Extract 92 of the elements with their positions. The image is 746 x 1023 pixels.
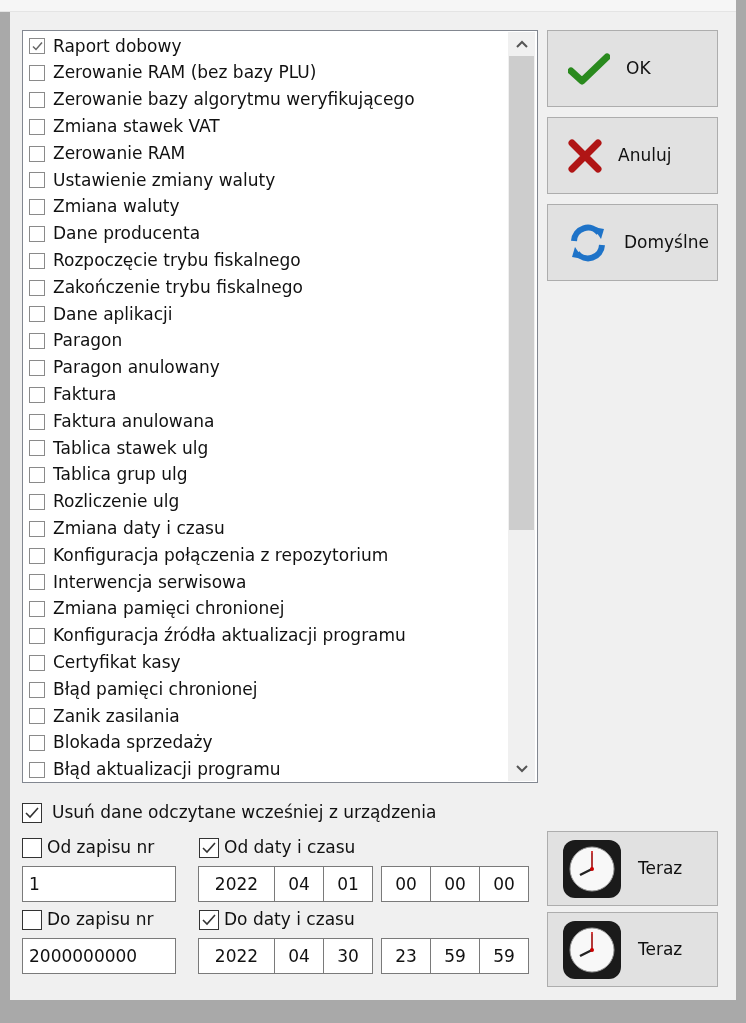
event-label[interactable]: Tablica stawek ulg: [53, 435, 209, 462]
checkbox[interactable]: [29, 252, 45, 269]
time-part-field[interactable]: 00: [479, 866, 529, 902]
checkbox[interactable]: [29, 333, 45, 350]
checkbox[interactable]: [29, 761, 45, 778]
checkbox[interactable]: [29, 654, 45, 671]
date-part-field[interactable]: 2022: [198, 866, 275, 902]
checkbox[interactable]: [22, 838, 42, 858]
event-label[interactable]: Dane producenta: [53, 221, 201, 247]
clock-icon: [562, 919, 622, 980]
checkbox[interactable]: [29, 225, 45, 242]
date-part-field[interactable]: 01: [323, 866, 373, 902]
checkbox[interactable]: [22, 803, 42, 823]
event-label[interactable]: Ustawienie zmiany waluty: [53, 167, 276, 194]
checkbox[interactable]: [22, 910, 42, 930]
event-label[interactable]: Tablica grup ulg: [53, 462, 188, 488]
checkbox[interactable]: [29, 279, 45, 296]
event-label[interactable]: Błąd pamięci chronionej: [53, 676, 258, 703]
checkbox[interactable]: [29, 38, 45, 55]
checkbox-label[interactable]: Od daty i czasu: [224, 835, 356, 861]
checkbox-label[interactable]: Do daty i czasu: [224, 907, 355, 933]
event-label[interactable]: Interwencja serwisowa: [53, 569, 247, 596]
event-label[interactable]: Rozpoczęcie trybu fiskalnego: [53, 248, 301, 274]
event-label[interactable]: Rozliczenie ulg: [53, 489, 180, 515]
event-label[interactable]: Faktura: [53, 382, 117, 408]
checkbox[interactable]: [29, 65, 45, 82]
time-part-field[interactable]: 59: [479, 938, 529, 974]
checkbox[interactable]: [29, 145, 45, 162]
refresh-icon: [568, 222, 608, 263]
checkbox[interactable]: [29, 627, 45, 644]
date-part-field[interactable]: 04: [274, 938, 324, 974]
defaults-button[interactable]: Domyślne: [547, 204, 718, 281]
checkbox[interactable]: [29, 601, 45, 618]
event-label[interactable]: Faktura anulowana: [53, 408, 215, 435]
event-label[interactable]: Zmiana stawek VAT: [53, 114, 220, 140]
checkbox[interactable]: [29, 681, 45, 698]
event-label[interactable]: Paragon anulowany: [53, 355, 220, 381]
checkbox[interactable]: [29, 118, 45, 135]
cancel-button[interactable]: Anuluj: [547, 117, 718, 194]
checkbox[interactable]: [29, 359, 45, 376]
time-part-field[interactable]: 59: [430, 938, 480, 974]
now-button[interactable]: Teraz: [547, 831, 718, 906]
checkbox[interactable]: [29, 735, 45, 752]
checkbox-label[interactable]: Od zapisu nr: [47, 835, 155, 861]
event-label[interactable]: Zanik zasilania: [53, 703, 180, 730]
time-part-field[interactable]: 23: [381, 938, 431, 974]
checkbox-label[interactable]: Do zapisu nr: [47, 907, 154, 933]
checkbox[interactable]: [29, 172, 45, 189]
event-label[interactable]: Konfiguracja źródła aktualizacji programu: [53, 623, 406, 649]
event-label[interactable]: Konfiguracja połączenia z repozytorium: [53, 542, 389, 569]
checkbox[interactable]: [199, 910, 219, 930]
event-label[interactable]: Zerowanie RAM (bez bazy PLU): [53, 60, 317, 86]
checkbox[interactable]: [29, 199, 45, 216]
checkbox[interactable]: [29, 493, 45, 510]
event-label[interactable]: Dane aplikacji: [53, 301, 173, 328]
checkbox[interactable]: [29, 92, 45, 108]
checkbox[interactable]: [29, 440, 45, 457]
date-part-field[interactable]: 2022: [198, 938, 275, 974]
now-button[interactable]: Teraz: [547, 912, 718, 987]
ok-button[interactable]: OK: [547, 30, 718, 107]
event-label[interactable]: Raport dobowy: [53, 33, 182, 60]
checkbox[interactable]: [29, 386, 45, 403]
scrollbar[interactable]: [508, 32, 535, 781]
checkbox-label[interactable]: Usuń dane odczytane wcześniej z urządzenia: [52, 800, 437, 826]
event-label[interactable]: Zerowanie RAM: [53, 140, 186, 167]
time-part-field[interactable]: 00: [381, 866, 431, 902]
time-part-field[interactable]: 00: [430, 866, 480, 902]
clock-icon: [562, 838, 622, 899]
cross-icon: [568, 138, 602, 173]
event-label[interactable]: Zerowanie bazy algorytmu weryfikującego: [53, 87, 415, 113]
scrollbar-thumb[interactable]: [509, 56, 534, 530]
event-label[interactable]: Blokada sprzedaży: [53, 730, 213, 756]
event-label[interactable]: Zakończenie trybu fiskalnego: [53, 274, 303, 301]
event-label[interactable]: Błąd aktualizacji programu: [53, 757, 281, 783]
record-number-field[interactable]: 1: [22, 866, 176, 902]
checkbox[interactable]: [29, 467, 45, 484]
checkbox[interactable]: [29, 520, 45, 537]
event-label[interactable]: Zmiana daty i czasu: [53, 516, 225, 542]
checkbox[interactable]: [29, 708, 45, 725]
event-label[interactable]: Zmiana pamięci chronionej: [53, 596, 285, 622]
date-part-field[interactable]: 04: [274, 866, 324, 902]
checkbox[interactable]: [29, 574, 45, 591]
date-part-field[interactable]: 30: [323, 938, 373, 974]
checkbox[interactable]: [29, 306, 45, 323]
event-label[interactable]: Zmiana waluty: [53, 194, 180, 220]
checkbox[interactable]: [199, 838, 219, 858]
event-label[interactable]: Paragon: [53, 328, 123, 354]
event-label[interactable]: Certyfikat kasy: [53, 649, 181, 676]
checkbox[interactable]: [29, 547, 45, 564]
check-icon: [568, 52, 610, 85]
record-number-field[interactable]: 2000000000: [22, 938, 176, 974]
checkbox[interactable]: [29, 413, 45, 430]
